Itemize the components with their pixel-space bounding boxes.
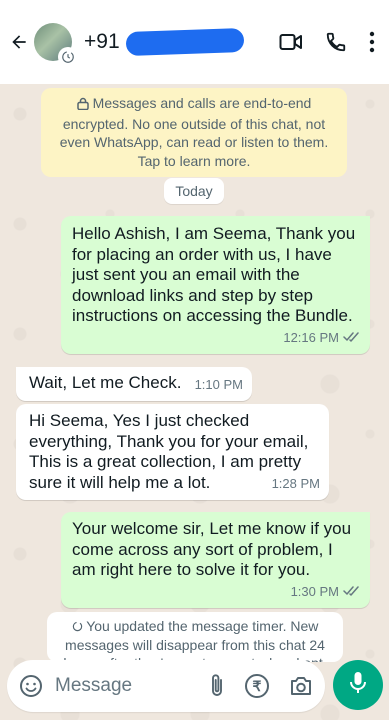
timer-system-note[interactable]: You updated the message timer. New messa… bbox=[47, 612, 343, 662]
contact-name-text: +91 bbox=[84, 30, 120, 53]
avatar[interactable] bbox=[34, 21, 78, 67]
microphone-button[interactable] bbox=[333, 660, 383, 710]
message-time: 1:10 PM bbox=[194, 377, 243, 393]
video-camera-icon[interactable] bbox=[279, 32, 303, 52]
message-meta: 1:28 PM bbox=[272, 474, 320, 495]
encryption-notice[interactable]: Messages and calls are end-to-end encryp… bbox=[41, 88, 347, 177]
message-bubble-incoming[interactable]: Hi Seema, Yes I just checked everything,… bbox=[16, 404, 329, 500]
message-time: 1:28 PM bbox=[271, 476, 320, 492]
message-meta: 1:30 PM bbox=[291, 582, 361, 603]
message-bubble-incoming[interactable]: Wait, Let me Check. 1:10 PM bbox=[16, 367, 252, 401]
message-time: 1:30 PM bbox=[290, 584, 339, 600]
message-meta: 1:10 PM bbox=[195, 375, 243, 396]
message-time: 12:16 PM bbox=[283, 330, 339, 346]
disappearing-timer-icon bbox=[72, 618, 87, 634]
message-input[interactable] bbox=[55, 675, 193, 697]
camera-icon[interactable] bbox=[289, 675, 313, 697]
message-meta: 12:16 PM bbox=[283, 328, 361, 349]
double-check-icon bbox=[343, 582, 361, 603]
header-actions bbox=[279, 31, 381, 53]
arrow-left-icon[interactable] bbox=[8, 31, 30, 53]
double-check-icon bbox=[343, 328, 361, 349]
microphone-icon bbox=[349, 671, 367, 700]
message-text: Your welcome sir, Let me know if you com… bbox=[72, 519, 352, 580]
message-text: Hello Ashish, I am Seema, Thank you for … bbox=[72, 224, 356, 326]
disappearing-timer-icon bbox=[58, 47, 78, 67]
message-bubble-outgoing[interactable]: Hello Ashish, I am Seema, Thank you for … bbox=[61, 216, 370, 354]
system-note-text: You updated the message timer. New messa… bbox=[63, 618, 326, 662]
contact-name[interactable]: +91 bbox=[84, 27, 245, 57]
message-bubble-outgoing[interactable]: Your welcome sir, Let me know if you com… bbox=[61, 512, 370, 608]
lock-icon bbox=[76, 96, 89, 115]
composer-actions: ₹ bbox=[209, 673, 313, 699]
emoji-icon[interactable] bbox=[19, 674, 43, 698]
encryption-text: Messages and calls are end-to-end encryp… bbox=[59, 95, 329, 169]
payment-rupee-icon[interactable]: ₹ bbox=[245, 674, 269, 698]
paperclip-icon[interactable] bbox=[209, 673, 225, 699]
more-vertical-icon[interactable] bbox=[369, 31, 375, 53]
chat-header: +91 bbox=[0, 0, 389, 84]
message-composer: ₹ bbox=[7, 660, 325, 712]
whatsapp-chat-screen: +91 Messages and calls are end-to-end en… bbox=[0, 0, 389, 720]
phone-icon[interactable] bbox=[325, 31, 347, 53]
date-chip: Today bbox=[164, 178, 224, 204]
redaction-mark bbox=[125, 27, 245, 57]
